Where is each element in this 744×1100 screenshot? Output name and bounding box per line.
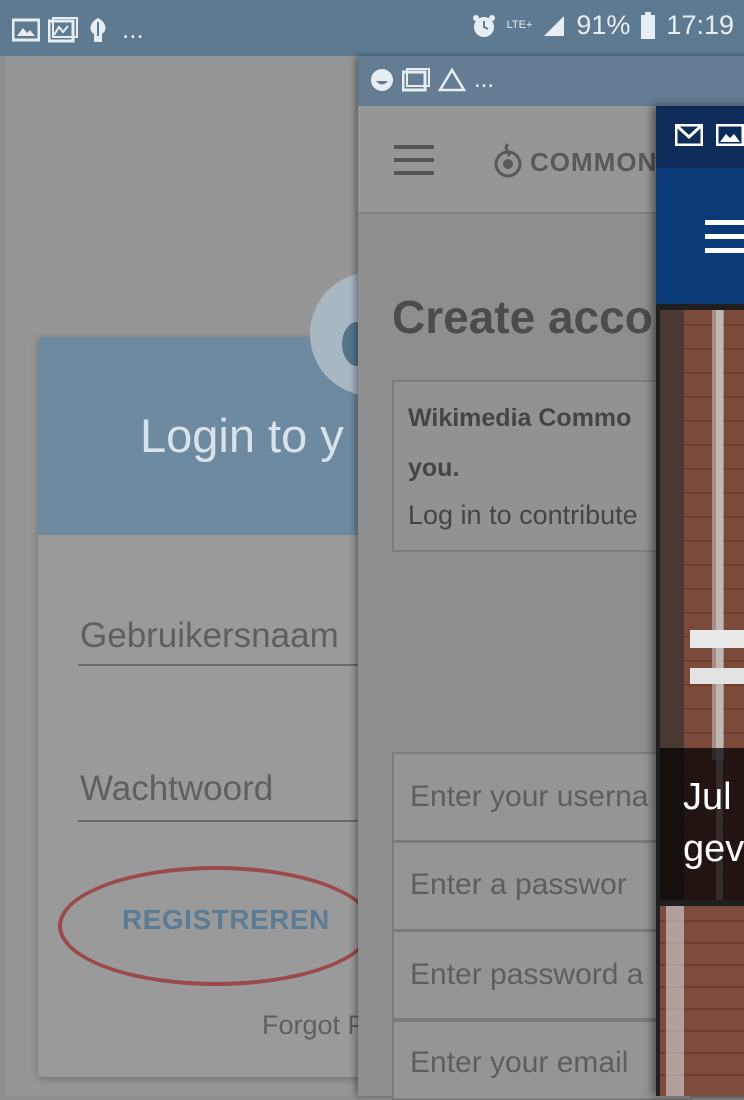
news-photo-2-edge <box>666 906 684 1096</box>
password-underline <box>78 820 360 822</box>
password-confirm-placeholder: Enter password a <box>410 958 644 991</box>
web-app-status-icons: ... <box>370 66 494 94</box>
battery-icon <box>641 11 656 39</box>
notice-heading-cont: you. <box>408 454 460 482</box>
status-left: ... <box>12 14 144 45</box>
gmail-icon <box>675 124 703 146</box>
register-button[interactable]: REGISTREREN <box>122 904 330 936</box>
alarm-icon <box>472 14 495 37</box>
menu-icon[interactable] <box>394 145 434 184</box>
gallery-icon <box>402 68 430 92</box>
news-photo-1-pipe <box>712 310 724 760</box>
gallery-icon <box>48 16 78 42</box>
battery-percent: 91% <box>576 10 631 40</box>
status-bar: ... LTE+ 91% 17:19 <box>0 0 744 56</box>
username-field-placeholder: Enter your userna <box>410 780 649 813</box>
fork-icon <box>90 17 106 42</box>
smiley-icon <box>371 69 393 91</box>
page-title: Create acco <box>392 291 653 343</box>
password-input[interactable]: Wachtwoord <box>80 769 273 809</box>
news-photo-1-band <box>690 630 744 648</box>
username-underline <box>78 664 360 666</box>
commons-logo-text: COMMON <box>530 147 658 177</box>
email-field-placeholder: Enter your email <box>410 1046 629 1079</box>
login-title: Login to y <box>140 409 344 462</box>
notice-text: Log in to contribute <box>408 500 638 530</box>
news-caption-line-2[interactable]: gev <box>683 828 744 871</box>
image-icon <box>716 124 744 146</box>
news-caption-overlay <box>660 748 744 900</box>
clock: 17:19 <box>666 10 734 40</box>
signal-icon <box>544 15 565 36</box>
news-caption-line-1[interactable]: Jul <box>683 776 732 819</box>
status-more-text: ... <box>122 14 144 44</box>
news-photo-1-band-2 <box>690 668 744 684</box>
password-field-placeholder: Enter a passwor <box>410 868 627 901</box>
status-right: LTE+ 91% 17:19 <box>471 10 734 41</box>
news-menu-icon[interactable] <box>705 220 744 262</box>
forgot-password-link[interactable]: Forgot P <box>262 1010 366 1041</box>
commons-logo-icon <box>494 142 522 178</box>
drive-icon <box>438 68 466 92</box>
web-status-more-text: ... <box>474 66 495 93</box>
network-type-label: LTE+ <box>506 19 533 31</box>
notice-heading: Wikimedia Commo <box>408 404 632 432</box>
username-input[interactable]: Gebruikersnaam <box>80 616 339 656</box>
image-icon <box>12 18 40 41</box>
